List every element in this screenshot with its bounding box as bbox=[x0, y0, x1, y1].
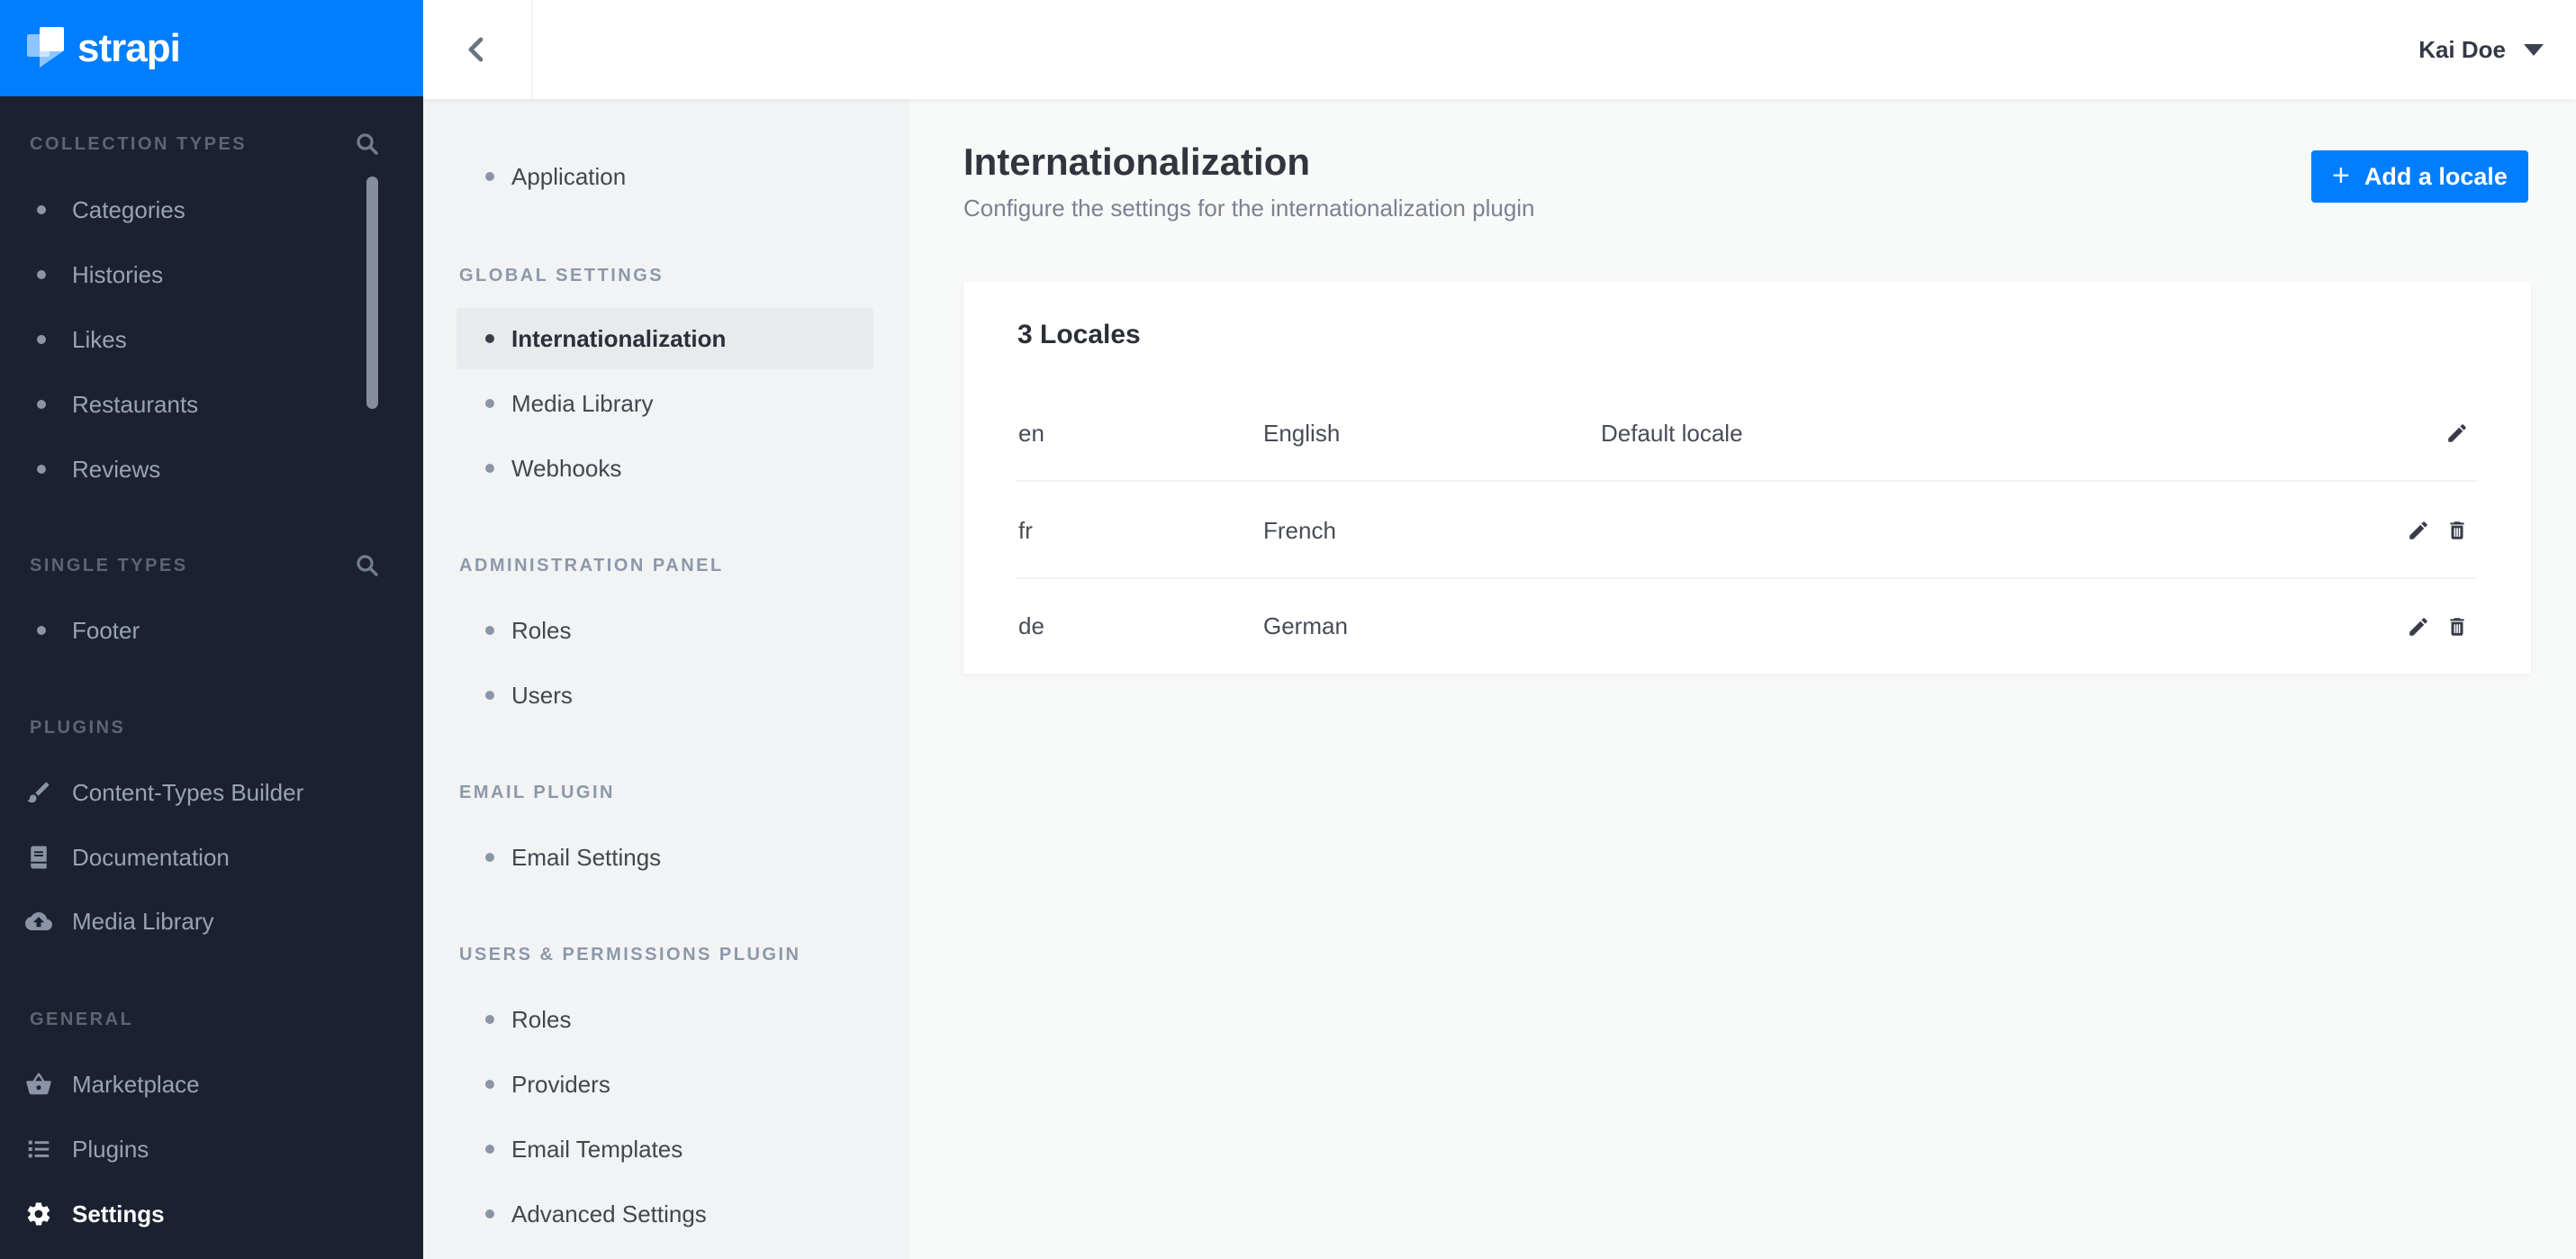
settings-item-up-roles[interactable]: Roles bbox=[423, 996, 909, 1043]
cloud-upload-icon bbox=[25, 908, 52, 935]
bullet-icon bbox=[485, 1080, 494, 1089]
sidebar-item-categories[interactable]: Categories bbox=[0, 186, 423, 233]
trash-icon bbox=[2450, 617, 2464, 636]
locale-row-en: en English Default locale bbox=[963, 385, 2531, 482]
settings-sidebar: Application GLOBAL SETTINGS Internationa… bbox=[423, 99, 909, 1259]
bullet-icon bbox=[485, 172, 494, 181]
book-icon bbox=[25, 844, 52, 871]
basket-icon bbox=[25, 1071, 52, 1098]
locale-row-de: de German bbox=[963, 579, 2531, 674]
locales-card: 3 Locales en English Default locale fr F… bbox=[963, 282, 2531, 674]
back-button[interactable] bbox=[423, 0, 533, 99]
bullet-icon bbox=[37, 205, 46, 214]
sidebar-item-reviews[interactable]: Reviews bbox=[0, 446, 423, 493]
locales-card-title: 3 Locales bbox=[1017, 320, 1141, 349]
edit-locale-button[interactable] bbox=[2442, 418, 2472, 448]
settings-item-email-templates[interactable]: Email Templates bbox=[423, 1126, 909, 1173]
strapi-logo-text: strapi bbox=[77, 25, 181, 70]
bullet-icon bbox=[485, 853, 494, 862]
topbar: Kai Doe bbox=[423, 0, 2576, 99]
edit-locale-button[interactable] bbox=[2403, 611, 2434, 642]
sidebar-item-content-types-builder[interactable]: Content-Types Builder bbox=[0, 769, 423, 816]
back-chevron-icon bbox=[460, 32, 494, 67]
bullet-icon bbox=[485, 1145, 494, 1154]
settings-item-email-settings[interactable]: Email Settings bbox=[423, 834, 909, 881]
locale-code: fr bbox=[1018, 516, 1033, 544]
bullet-icon bbox=[485, 691, 494, 700]
sidebar-item-likes[interactable]: Likes bbox=[0, 316, 423, 363]
bullet-icon bbox=[485, 464, 494, 473]
bullet-icon bbox=[37, 626, 46, 635]
sidebar-item-restaurants[interactable]: Restaurants bbox=[0, 381, 423, 428]
locale-default-badge: Default locale bbox=[1601, 419, 1743, 447]
settings-item-application[interactable]: Application bbox=[423, 153, 909, 200]
plus-icon: + bbox=[2332, 158, 2350, 193]
bullet-icon bbox=[37, 465, 46, 474]
bullet-icon bbox=[37, 270, 46, 279]
section-header-email-plugin: EMAIL PLUGIN bbox=[459, 782, 615, 802]
settings-item-advanced-settings[interactable]: Advanced Settings bbox=[423, 1191, 909, 1237]
locale-row-fr: fr French bbox=[963, 482, 2531, 579]
user-name: Kai Doe bbox=[2418, 35, 2506, 63]
settings-item-providers[interactable]: Providers bbox=[423, 1061, 909, 1108]
sidebar-item-plugins[interactable]: Plugins bbox=[0, 1126, 423, 1173]
settings-item-admin-users[interactable]: Users bbox=[423, 672, 909, 719]
locale-code: de bbox=[1018, 612, 1044, 639]
user-menu[interactable]: Kai Doe bbox=[2418, 0, 2544, 99]
bullet-icon bbox=[37, 400, 46, 409]
locale-name: English bbox=[1263, 419, 1341, 447]
sidebar-item-histories[interactable]: Histories bbox=[0, 251, 423, 298]
bullet-icon bbox=[485, 399, 494, 408]
section-header-users-permissions-plugin: USERS & PERMISSIONS PLUGIN bbox=[459, 944, 801, 965]
bullet-icon bbox=[485, 1015, 494, 1024]
search-icon[interactable] bbox=[354, 121, 381, 168]
settings-item-internationalization[interactable]: Internationalization bbox=[456, 308, 873, 369]
delete-locale-button[interactable] bbox=[2442, 611, 2472, 642]
pencil-icon bbox=[2409, 521, 2427, 539]
locale-name: French bbox=[1263, 516, 1336, 544]
sidebar-item-footer[interactable]: Footer bbox=[0, 607, 423, 654]
settings-item-media-library[interactable]: Media Library bbox=[423, 380, 909, 427]
settings-item-webhooks[interactable]: Webhooks bbox=[423, 445, 909, 492]
page-subtitle: Configure the settings for the internati… bbox=[963, 195, 1535, 222]
section-header-global-settings: GLOBAL SETTINGS bbox=[459, 265, 664, 285]
trash-icon bbox=[2450, 521, 2464, 539]
settings-item-admin-roles[interactable]: Roles bbox=[423, 607, 909, 654]
bullet-icon bbox=[485, 626, 494, 635]
main-sidebar: strapi COLLECTION TYPES Categories Histo… bbox=[0, 0, 423, 1259]
pencil-icon bbox=[2409, 617, 2427, 636]
search-icon[interactable] bbox=[354, 542, 381, 589]
sidebar-item-documentation[interactable]: Documentation bbox=[0, 834, 423, 881]
delete-locale-button[interactable] bbox=[2442, 515, 2472, 546]
section-header-collection-types: COLLECTION TYPES bbox=[30, 133, 248, 154]
bullet-icon bbox=[485, 334, 494, 343]
section-header-plugins: PLUGINS bbox=[30, 717, 126, 738]
section-header-administration-panel: ADMINISTRATION PANEL bbox=[459, 555, 724, 575]
strapi-logo-icon bbox=[27, 27, 68, 68]
main-content: Internationalization Configure the setti… bbox=[909, 99, 2576, 1259]
strapi-logo[interactable]: strapi bbox=[0, 0, 423, 96]
sidebar-item-settings[interactable]: Settings bbox=[0, 1191, 423, 1237]
caret-down-icon bbox=[2524, 43, 2544, 56]
section-header-single-types: SINGLE TYPES bbox=[30, 555, 188, 575]
paintbrush-icon bbox=[25, 779, 52, 806]
gear-icon bbox=[25, 1200, 52, 1227]
add-locale-button[interactable]: + Add a locale bbox=[2311, 150, 2528, 203]
locale-code: en bbox=[1018, 419, 1044, 447]
page-title: Internationalization bbox=[963, 140, 1311, 183]
pencil-icon bbox=[2448, 424, 2466, 442]
list-icon bbox=[25, 1136, 52, 1163]
edit-locale-button[interactable] bbox=[2403, 515, 2434, 546]
section-header-general: GENERAL bbox=[30, 1009, 134, 1029]
bullet-icon bbox=[485, 1209, 494, 1218]
sidebar-item-marketplace[interactable]: Marketplace bbox=[0, 1061, 423, 1108]
sidebar-item-media-library[interactable]: Media Library bbox=[0, 898, 423, 945]
bullet-icon bbox=[37, 335, 46, 344]
locale-name: German bbox=[1263, 612, 1348, 639]
